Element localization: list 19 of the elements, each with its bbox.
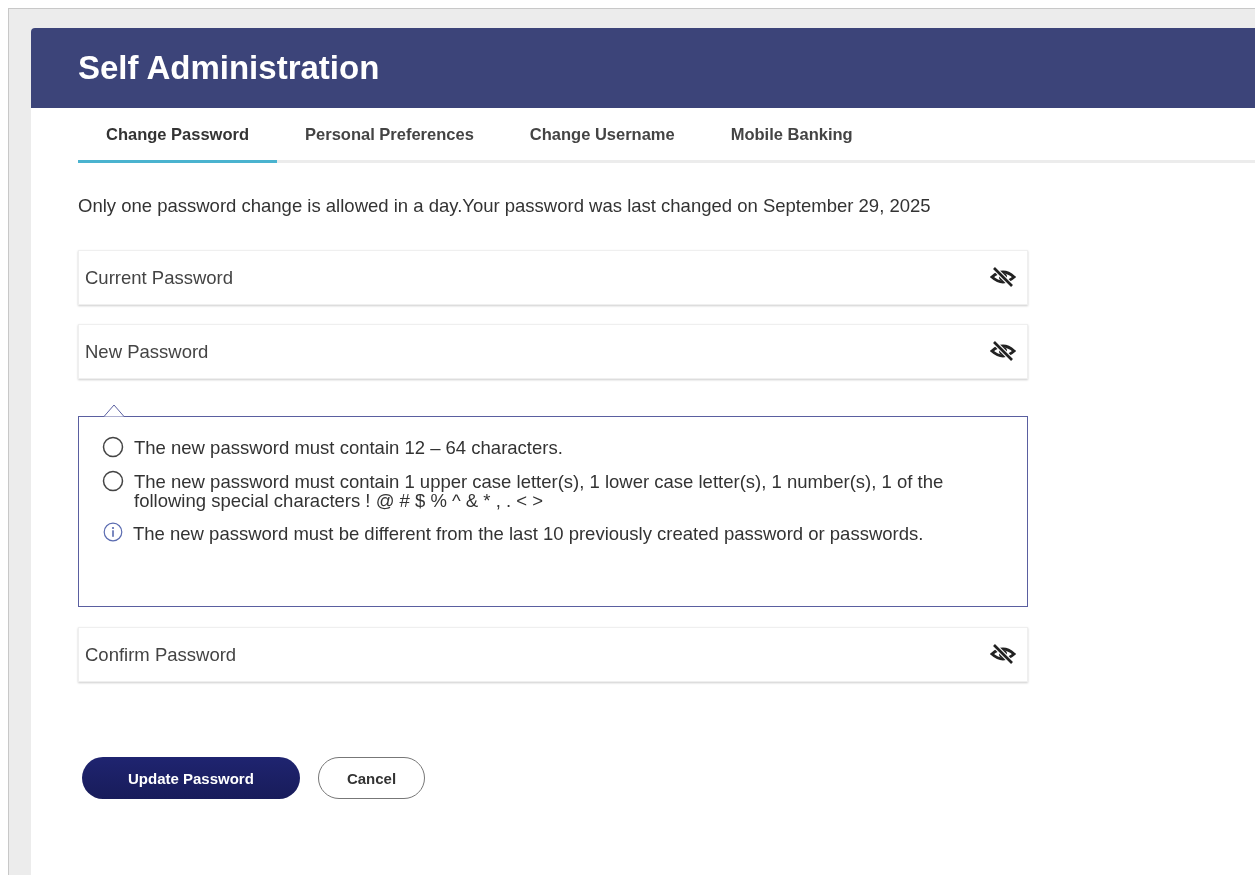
tab[interactable]: Personal Preferences (277, 108, 502, 163)
eye-slash-icon[interactable] (990, 340, 1016, 362)
tab[interactable]: Change Password (78, 108, 278, 163)
eye-slash-icon[interactable] (990, 266, 1016, 288)
notice-text: Only one password change is allowed in a day.Your password was last changed on September 29, 2025 (78, 195, 932, 217)
info-icon (103, 522, 123, 542)
page-title: Self Administration (78, 49, 380, 87)
eye-slash-icon[interactable] (990, 643, 1016, 665)
rule-text: The new password must contain 1 upper case letter(s), 1 lower case letter(s), 1 number(s), 1 of the following special characters ! @ # $ % ^ & * , . < > (134, 470, 945, 510)
password-field[interactable]: Current Password (78, 250, 1028, 305)
password-field[interactable]: Confirm Password (78, 627, 1028, 682)
password-field[interactable]: New Password (78, 324, 1028, 379)
rule-text: The new password must be different from the last 10 previously created password or passwords. (133, 522, 924, 543)
rule-text: The new password must contain 12 – 64 characters. (134, 436, 563, 457)
cancel-button[interactable]: Cancel (317, 757, 426, 799)
popover-pointer (104, 404, 124, 417)
update-button[interactable]: Update Password (82, 757, 300, 799)
tab[interactable]: Change Username (501, 108, 703, 163)
tab[interactable]: Mobile Banking (702, 108, 881, 163)
